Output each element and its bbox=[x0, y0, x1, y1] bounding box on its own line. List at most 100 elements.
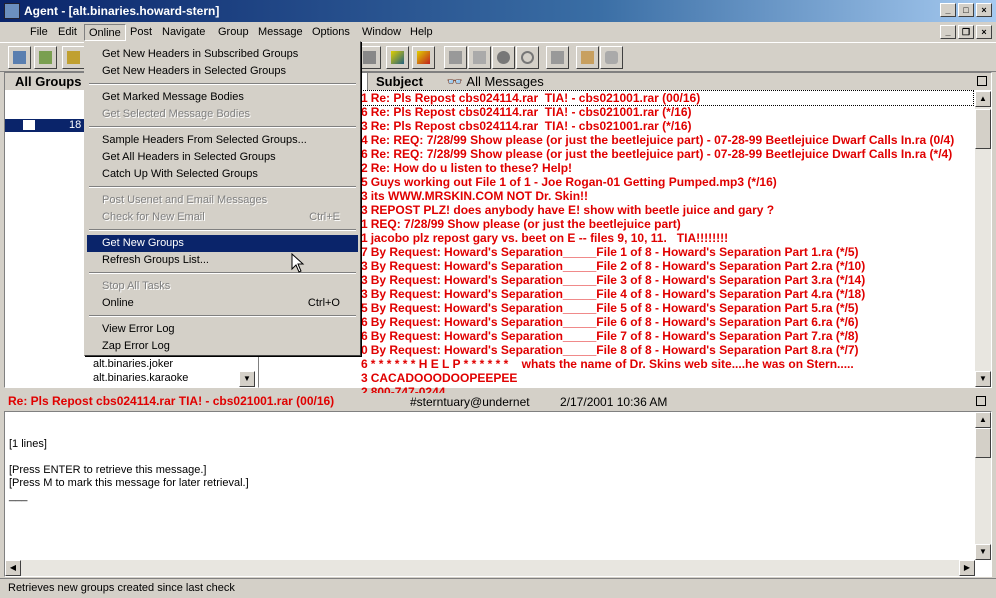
agent-app-icon[interactable] bbox=[4, 3, 20, 19]
menu-edit[interactable]: Edit bbox=[54, 24, 81, 41]
status-text: Retrieves new groups created since last … bbox=[8, 582, 235, 594]
scroll-right-button[interactable]: ▶ bbox=[959, 560, 975, 576]
scroll-left-button[interactable]: ◀ bbox=[5, 560, 21, 576]
table-row[interactable]: 3 By Request: Howard's Separation_____Fil… bbox=[361, 287, 865, 301]
table-row[interactable]: 5 Guys working out File 1 of 1 - Joe Roga… bbox=[361, 175, 777, 189]
toolbar-button-watch[interactable] bbox=[468, 46, 491, 69]
toolbar-button-1[interactable] bbox=[8, 46, 31, 69]
toolbar-button-skip[interactable] bbox=[516, 46, 539, 69]
toolbar-button-mark[interactable] bbox=[386, 46, 409, 69]
menu-options[interactable]: Options bbox=[308, 24, 354, 41]
table-row[interactable]: 3 By Request: Howard's Separation_____Fil… bbox=[361, 273, 865, 287]
mdi-close-button[interactable]: × bbox=[976, 25, 992, 39]
scroll-up-button[interactable]: ▲ bbox=[975, 412, 991, 428]
preview-hscrollbar[interactable]: ◀ ▶ bbox=[5, 560, 975, 576]
menu-item-label: Get Selected Message Bodies bbox=[102, 108, 250, 120]
menu-item-label: Catch Up With Selected Groups bbox=[102, 168, 258, 180]
toolbar-button-send[interactable] bbox=[358, 46, 381, 69]
close-button[interactable]: × bbox=[976, 3, 992, 17]
menu-file[interactable]: File bbox=[26, 24, 52, 41]
scroll-thumb[interactable] bbox=[975, 428, 991, 458]
antenna-icon bbox=[581, 51, 594, 64]
subject-column-header[interactable]: Subject bbox=[376, 74, 423, 89]
table-row[interactable]: 1 REQ: 7/28/99 Show please (or just the b… bbox=[361, 217, 681, 231]
preview-line: [Press M to mark this message for later … bbox=[9, 477, 249, 489]
pane-maximize-icon[interactable] bbox=[977, 76, 987, 86]
message-count: 6 bbox=[361, 329, 368, 343]
table-row[interactable]: 6 By Request: Howard's Separation_____Fil… bbox=[361, 315, 859, 329]
table-row[interactable]: 5 By Request: Howard's Separation_____Fil… bbox=[361, 301, 859, 315]
group-counter: 18 bbox=[69, 119, 82, 131]
table-row[interactable]: 3 Re: Pls Repost cbs024114.rar TIA! - cbs… bbox=[361, 119, 692, 133]
list-item[interactable]: alt.binaries.karaoke bbox=[93, 372, 188, 384]
menu-item-get-new-headers-in-selected-groups[interactable]: Get New Headers in Selected Groups bbox=[87, 63, 358, 80]
menu-item-get-new-headers-in-subscribed-groups[interactable]: Get New Headers in Subscribed Groups bbox=[87, 46, 358, 63]
table-row[interactable]: 6 * * * * * * H E L P * * * * * * whats t… bbox=[361, 357, 854, 371]
table-row[interactable]: 6 Re: Pls Repost cbs024114.rar TIA! - cbs… bbox=[361, 105, 692, 119]
menu-item-sample-headers-from-selected-groups[interactable]: Sample Headers From Selected Groups... bbox=[87, 132, 358, 149]
stop-sign-icon bbox=[605, 51, 618, 64]
menu-navigate[interactable]: Navigate bbox=[158, 24, 209, 41]
table-row[interactable]: 4 Re: REQ: 7/28/99 Show please (or just t… bbox=[361, 133, 954, 147]
table-row[interactable]: 7 By Request: Howard's Separation_____Fil… bbox=[361, 245, 859, 259]
menu-item-online[interactable]: Online Ctrl+O bbox=[87, 295, 358, 312]
scroll-up-button[interactable]: ▲ bbox=[975, 91, 991, 107]
title-bar: Agent - [alt.binaries.howard-stern] _ □ … bbox=[0, 0, 996, 22]
table-row[interactable]: 6 Re: REQ: 7/28/99 Show please (or just t… bbox=[361, 147, 952, 161]
mdi-minimize-button[interactable]: _ bbox=[940, 25, 956, 39]
scroll-thumb[interactable] bbox=[975, 109, 991, 149]
groups-scroll-down-button[interactable]: ▼ bbox=[239, 371, 255, 387]
scroll-down-button[interactable]: ▼ bbox=[975, 371, 991, 387]
menu-post[interactable]: Post bbox=[126, 24, 156, 41]
menu-online[interactable]: Online bbox=[84, 24, 126, 41]
table-row[interactable]: 3 its WWW.MRSKIN.COM NOT Dr. Skin!! bbox=[361, 189, 588, 203]
table-row[interactable]: 6 By Request: Howard's Separation_____Fil… bbox=[361, 329, 859, 343]
table-row[interactable]: 1 Re: Pls Repost cbs024114.rar TIA! - cbs… bbox=[360, 90, 974, 106]
toolbar-button-ignore[interactable] bbox=[492, 46, 515, 69]
pane-maximize-icon[interactable] bbox=[976, 396, 986, 406]
no-entry-icon bbox=[521, 51, 534, 64]
table-row[interactable]: 3 By Request: Howard's Separation_____Fil… bbox=[361, 259, 865, 273]
toolbar-button-download[interactable] bbox=[444, 46, 467, 69]
menu-item-get-new-groups[interactable]: Get New Groups bbox=[87, 235, 358, 252]
messages-scrollbar[interactable]: ▲ ▼ bbox=[975, 91, 991, 387]
message-subject: By Request: Howard's Separation_____File… bbox=[370, 329, 859, 343]
message-count: 6 bbox=[361, 105, 368, 119]
toolbar-button-2[interactable] bbox=[34, 46, 57, 69]
menu-item-get-all-headers-in-selected-groups[interactable]: Get All Headers in Selected Groups bbox=[87, 149, 358, 166]
table-row[interactable]: 1 jacobo plz repost gary vs. beet on E --… bbox=[361, 231, 728, 245]
toolbar-button-online[interactable] bbox=[576, 46, 599, 69]
menu-item-label: View Error Log bbox=[102, 323, 175, 335]
menu-item-zap-error-log[interactable]: Zap Error Log bbox=[87, 338, 358, 355]
message-count: 5 bbox=[361, 301, 368, 315]
maximize-button[interactable]: □ bbox=[958, 3, 974, 17]
toolbar-button-mark-thread[interactable] bbox=[412, 46, 435, 69]
table-row[interactable]: 3 CACADOOODOOPEEPEE bbox=[361, 371, 517, 385]
selected-group-row[interactable]: 18 bbox=[5, 119, 85, 132]
menu-item-refresh-groups-list[interactable]: Refresh Groups List... bbox=[87, 252, 358, 269]
list-item[interactable]: alt.binaries.joker bbox=[93, 358, 173, 370]
menu-item-get-marked-message-bodies[interactable]: Get Marked Message Bodies bbox=[87, 89, 358, 106]
menu-item-catch-up-with-selected-groups[interactable]: Catch Up With Selected Groups bbox=[87, 166, 358, 183]
menu-item-view-error-log[interactable]: View Error Log bbox=[87, 321, 358, 338]
message-subject: * * * * * * H E L P * * * * * * whats th… bbox=[370, 357, 854, 371]
mdi-restore-button[interactable]: ❐ bbox=[958, 25, 974, 39]
picture-icon bbox=[13, 51, 26, 64]
preview-scrollbar[interactable]: ▲ ▼ bbox=[975, 412, 991, 560]
menu-help[interactable]: Help bbox=[406, 24, 437, 41]
menu-message[interactable]: Message bbox=[254, 24, 307, 41]
download-arrow-icon bbox=[449, 51, 462, 64]
toolbar-button-stop[interactable] bbox=[600, 46, 623, 69]
menu-group[interactable]: Group bbox=[214, 24, 253, 41]
menu-window[interactable]: Window bbox=[358, 24, 405, 41]
minimize-button[interactable]: _ bbox=[940, 3, 956, 17]
preview-line: [Press ENTER to retrieve this message.] bbox=[9, 464, 207, 476]
table-row[interactable]: 2 Re: How do u listen to these? Help! bbox=[361, 161, 572, 175]
menu-item-label: Get All Headers in Selected Groups bbox=[102, 151, 276, 163]
toolbar-button-3[interactable] bbox=[62, 46, 85, 69]
table-row[interactable]: 0 By Request: Howard's Separation_____Fil… bbox=[361, 343, 859, 357]
table-row[interactable]: 3 REPOST PLZ! does anybody have E! show w… bbox=[361, 203, 774, 217]
message-filter-label[interactable]: All Messages bbox=[466, 74, 543, 89]
toolbar-button-edit[interactable] bbox=[546, 46, 569, 69]
scroll-down-button[interactable]: ▼ bbox=[975, 544, 991, 560]
